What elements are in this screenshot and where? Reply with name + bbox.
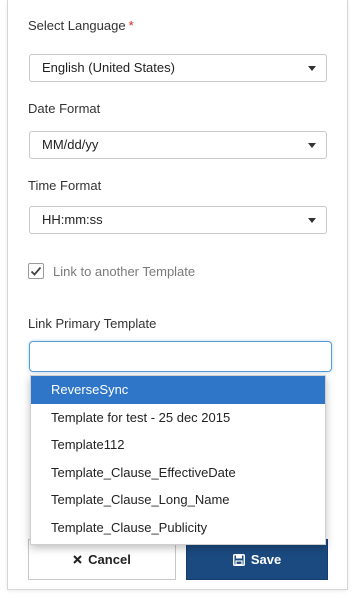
link-template-checkbox[interactable]: [28, 263, 44, 279]
cancel-button[interactable]: Cancel: [28, 539, 176, 580]
link-template-checkbox-row[interactable]: Link to another Template: [28, 262, 195, 280]
dropdown-option[interactable]: Template_Clause_Long_Name: [31, 486, 325, 514]
date-format-select[interactable]: MM/dd/yy: [29, 131, 327, 159]
primary-template-input[interactable]: [29, 341, 332, 372]
primary-template-dropdown: ReverseSync Template for test - 25 dec 2…: [30, 375, 326, 545]
dropdown-option[interactable]: ReverseSync: [31, 376, 325, 404]
settings-panel: Select Language * English (United States)…: [7, 0, 348, 590]
dropdown-option[interactable]: Template_Clause_Publicity: [31, 514, 325, 542]
save-button-label: Save: [250, 552, 282, 567]
time-format-select[interactable]: HH:mm:ss: [29, 206, 327, 234]
dropdown-option[interactable]: Template112: [31, 431, 325, 459]
time-format-select-value: HH:mm:ss: [42, 212, 103, 227]
floppy-disk-icon: [232, 553, 245, 566]
language-label: Select Language *: [28, 18, 134, 33]
date-format-select-value: MM/dd/yy: [42, 137, 99, 152]
date-format-label: Date Format: [28, 101, 101, 116]
dropdown-option[interactable]: Template for test - 25 dec 2015: [31, 404, 325, 432]
chevron-down-icon: [308, 66, 316, 71]
link-template-checkbox-label: Link to another Template: [53, 263, 196, 279]
chevron-down-icon: [308, 218, 316, 223]
time-format-label: Time Format: [28, 178, 102, 193]
required-mark: *: [128, 18, 134, 33]
chevron-down-icon: [308, 143, 316, 148]
cancel-button-label: Cancel: [88, 552, 131, 567]
language-select[interactable]: English (United States): [29, 54, 327, 82]
save-button[interactable]: Save: [186, 539, 328, 580]
times-icon: [73, 555, 82, 564]
checkmark-icon: [30, 266, 42, 276]
language-select-value: English (United States): [42, 60, 175, 75]
primary-template-label: Link Primary Template: [28, 316, 157, 331]
language-label-text: Select Language: [28, 18, 126, 33]
dropdown-option[interactable]: Template_Clause_EffectiveDate: [31, 459, 325, 487]
